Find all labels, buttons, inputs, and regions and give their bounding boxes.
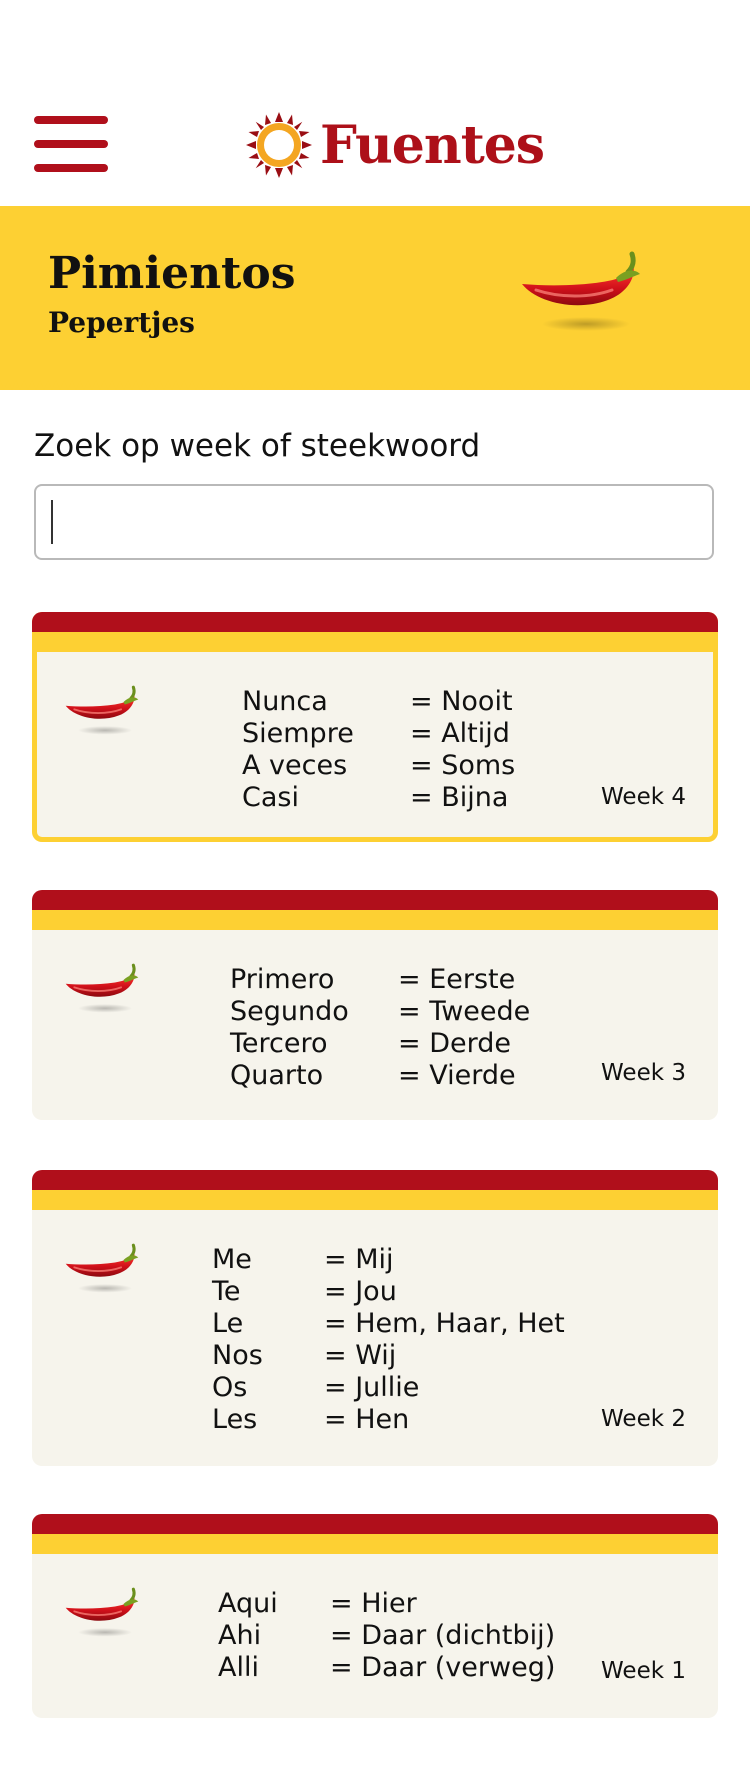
spanish-word: Nunca <box>242 686 328 717</box>
week-label: Week 1 <box>601 1658 686 1684</box>
spanish-word: Siempre <box>242 718 354 749</box>
spanish-word: Tercero <box>230 1028 328 1059</box>
week-label: Week 4 <box>601 784 686 810</box>
chili-pepper-icon <box>62 1240 142 1296</box>
page-title: Pimientos <box>48 248 296 299</box>
hamburger-menu-icon[interactable] <box>34 116 110 174</box>
dutch-translation: = Hen <box>324 1404 410 1435</box>
chili-pepper-icon <box>62 1584 142 1640</box>
dutch-translation: = Wij <box>324 1340 397 1371</box>
spanish-word: Segundo <box>230 996 349 1027</box>
search-label: Zoek op week of steekwoord <box>34 428 481 464</box>
page-subtitle: Pepertjes <box>48 306 195 339</box>
menu-bar-line <box>34 140 108 148</box>
spanish-word: Primero <box>230 964 335 995</box>
card-stripe-red <box>32 890 718 910</box>
card-stripe-yellow <box>32 632 718 652</box>
card-body: Primero = Eerste Segundo = Tweede Tercero = D… <box>32 930 718 1120</box>
dutch-translation: = Mij <box>324 1244 394 1275</box>
top-bar: Fuentes <box>0 0 750 206</box>
dutch-translation: = Tweede <box>398 996 531 1027</box>
dutch-translation: = Hem, Haar, Het <box>324 1308 565 1339</box>
dutch-translation: = Daar (dichtbij) <box>330 1620 556 1651</box>
vocabulary-card[interactable]: Nunca = Nooit Siempre = Altijd A veces = Soms… <box>32 612 718 842</box>
spanish-word: A veces <box>242 750 348 781</box>
card-body: Me = Mij Te = Jou Le = Hem, Haar, Het Nos = Wij… <box>32 1210 718 1466</box>
sun-icon <box>246 112 312 178</box>
card-stripe-yellow <box>32 910 718 930</box>
dutch-translation: = Nooit <box>410 686 513 717</box>
text-cursor <box>51 500 53 544</box>
dutch-translation: = Altijd <box>410 718 510 749</box>
dutch-translation: = Eerste <box>398 964 516 995</box>
week-label: Week 2 <box>601 1406 686 1432</box>
spanish-word: Alli <box>218 1652 259 1683</box>
card-body: Aqui = Hier Ahi = Daar (dichtbij) Alli = Daar… <box>32 1554 718 1718</box>
card-body: Nunca = Nooit Siempre = Altijd A veces = Soms… <box>32 652 718 842</box>
card-stripe-red <box>32 1170 718 1190</box>
card-stripe-red <box>32 1514 718 1534</box>
spanish-word: Quarto <box>230 1060 324 1091</box>
card-stripe-yellow <box>32 1190 718 1210</box>
dutch-translation: = Vierde <box>398 1060 516 1091</box>
chili-pepper-icon <box>516 246 646 336</box>
spanish-word: Nos <box>212 1340 263 1371</box>
logo-text: Fuentes <box>320 114 545 176</box>
spanish-word: Os <box>212 1372 248 1403</box>
menu-bar-line <box>34 164 108 172</box>
card-stripe-yellow <box>32 1534 718 1554</box>
dutch-translation: = Soms <box>410 750 516 781</box>
spanish-word: Me <box>212 1244 252 1275</box>
banner-zigzag-edge <box>0 380 750 390</box>
spanish-word: Ahi <box>218 1620 262 1651</box>
vocabulary-card[interactable]: Primero = Eerste Segundo = Tweede Tercero = D… <box>32 890 718 1120</box>
fuentes-logo[interactable]: Fuentes <box>246 110 545 180</box>
card-stripe-red <box>32 612 718 632</box>
menu-bar-line <box>34 116 108 124</box>
dutch-translation: = Daar (verweg) <box>330 1652 556 1683</box>
chili-pepper-icon <box>62 682 142 738</box>
chili-pepper-icon <box>62 960 142 1016</box>
dutch-translation: = Hier <box>330 1588 417 1619</box>
search-input[interactable] <box>34 484 714 560</box>
vocabulary-card[interactable]: Aqui = Hier Ahi = Daar (dichtbij) Alli = Daar… <box>32 1514 718 1718</box>
spanish-word: Te <box>212 1276 241 1307</box>
spanish-word: Casi <box>242 782 299 813</box>
dutch-translation: = Derde <box>398 1028 511 1059</box>
vocabulary-card[interactable]: Me = Mij Te = Jou Le = Hem, Haar, Het Nos = Wij… <box>32 1170 718 1466</box>
week-label: Week 3 <box>601 1060 686 1086</box>
dutch-translation: = Jullie <box>324 1372 420 1403</box>
spanish-word: Aqui <box>218 1588 278 1619</box>
spanish-word: Les <box>212 1404 258 1435</box>
spanish-word: Le <box>212 1308 244 1339</box>
dutch-translation: = Jou <box>324 1276 397 1307</box>
dutch-translation: = Bijna <box>410 782 509 813</box>
